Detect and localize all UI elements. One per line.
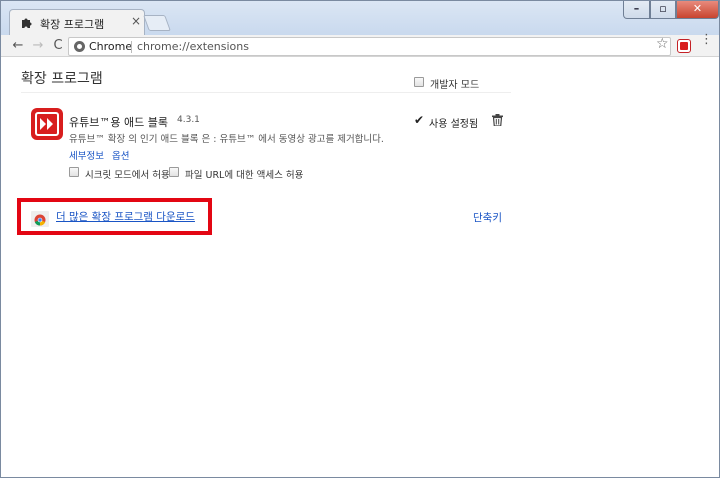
maximize-button[interactable]: ▫ bbox=[650, 1, 676, 19]
keyboard-shortcuts-link[interactable]: 단축키 bbox=[473, 210, 502, 225]
extension-toolbar-icon[interactable] bbox=[677, 39, 691, 53]
tab-extensions[interactable]: 확장 프로그램 × bbox=[9, 9, 145, 35]
details-link[interactable]: 세부정보 bbox=[69, 148, 104, 162]
page-title: 확장 프로그램 bbox=[21, 71, 103, 87]
omnibox-chrome-label: Chrome bbox=[89, 40, 133, 53]
web-store-icon bbox=[31, 211, 49, 227]
close-icon: ✕ bbox=[692, 2, 703, 15]
close-tab-icon[interactable]: × bbox=[131, 14, 141, 28]
allow-file-url-checkbox[interactable] bbox=[169, 167, 179, 177]
address-bar[interactable]: Chrome chrome://extensions bbox=[68, 37, 671, 56]
browser-toolbar: ← → C Chrome chrome://extensions bbox=[1, 35, 719, 57]
bookmark-star-icon[interactable]: ☆ bbox=[656, 36, 669, 52]
tab-label: 확장 프로그램 bbox=[40, 18, 105, 31]
url-text[interactable]: chrome://extensions bbox=[137, 40, 249, 53]
trash-icon[interactable] bbox=[492, 114, 503, 126]
extension-logo-icon bbox=[31, 108, 63, 140]
forward-arrow-icon[interactable]: → bbox=[29, 37, 47, 55]
developer-mode-checkbox[interactable] bbox=[414, 77, 424, 87]
minimize-button[interactable]: – bbox=[623, 1, 650, 19]
header-divider bbox=[21, 92, 511, 93]
check-icon[interactable]: ✔ bbox=[414, 113, 424, 127]
back-arrow-icon[interactable]: ← bbox=[9, 37, 27, 55]
minimize-icon: – bbox=[633, 2, 640, 15]
browser-window: 확장 프로그램 × – ▫ ✕ ← → C Chrome chrome://ex… bbox=[0, 0, 720, 478]
omnibox-divider bbox=[131, 41, 132, 53]
maximize-icon: ▫ bbox=[659, 2, 667, 15]
get-more-extensions-link[interactable]: 더 많은 확장 프로그램 다운로드 bbox=[56, 209, 195, 224]
chrome-page-icon bbox=[74, 41, 85, 52]
title-bar: 확장 프로그램 × bbox=[1, 1, 719, 35]
close-window-button[interactable]: ✕ bbox=[676, 1, 719, 19]
extension-description: 유튜브™ 확장 의 인기 애드 블록 은 : 유튜브™ 에서 동영상 광고를 제… bbox=[69, 134, 384, 145]
menu-dots-icon[interactable]: ⋮ bbox=[700, 33, 713, 46]
options-link[interactable]: 옵션 bbox=[112, 148, 129, 162]
allow-incognito-checkbox[interactable] bbox=[69, 167, 79, 177]
extension-version: 4.3.1 bbox=[177, 115, 200, 125]
fast-forward-icon bbox=[40, 118, 53, 130]
allow-file-url-label: 파일 URL에 대한 액세스 허용 bbox=[185, 170, 304, 181]
reload-icon[interactable]: C bbox=[49, 37, 67, 55]
allow-incognito-label: 시크릿 모드에서 허용 bbox=[85, 170, 170, 181]
puzzle-icon bbox=[22, 18, 32, 28]
extension-name: 유튜브™용 애드 블록 bbox=[69, 116, 168, 129]
new-tab-button[interactable] bbox=[143, 15, 171, 31]
enabled-label: 사용 설정됨 bbox=[429, 119, 479, 130]
developer-mode-label: 개발자 모드 bbox=[430, 80, 480, 91]
